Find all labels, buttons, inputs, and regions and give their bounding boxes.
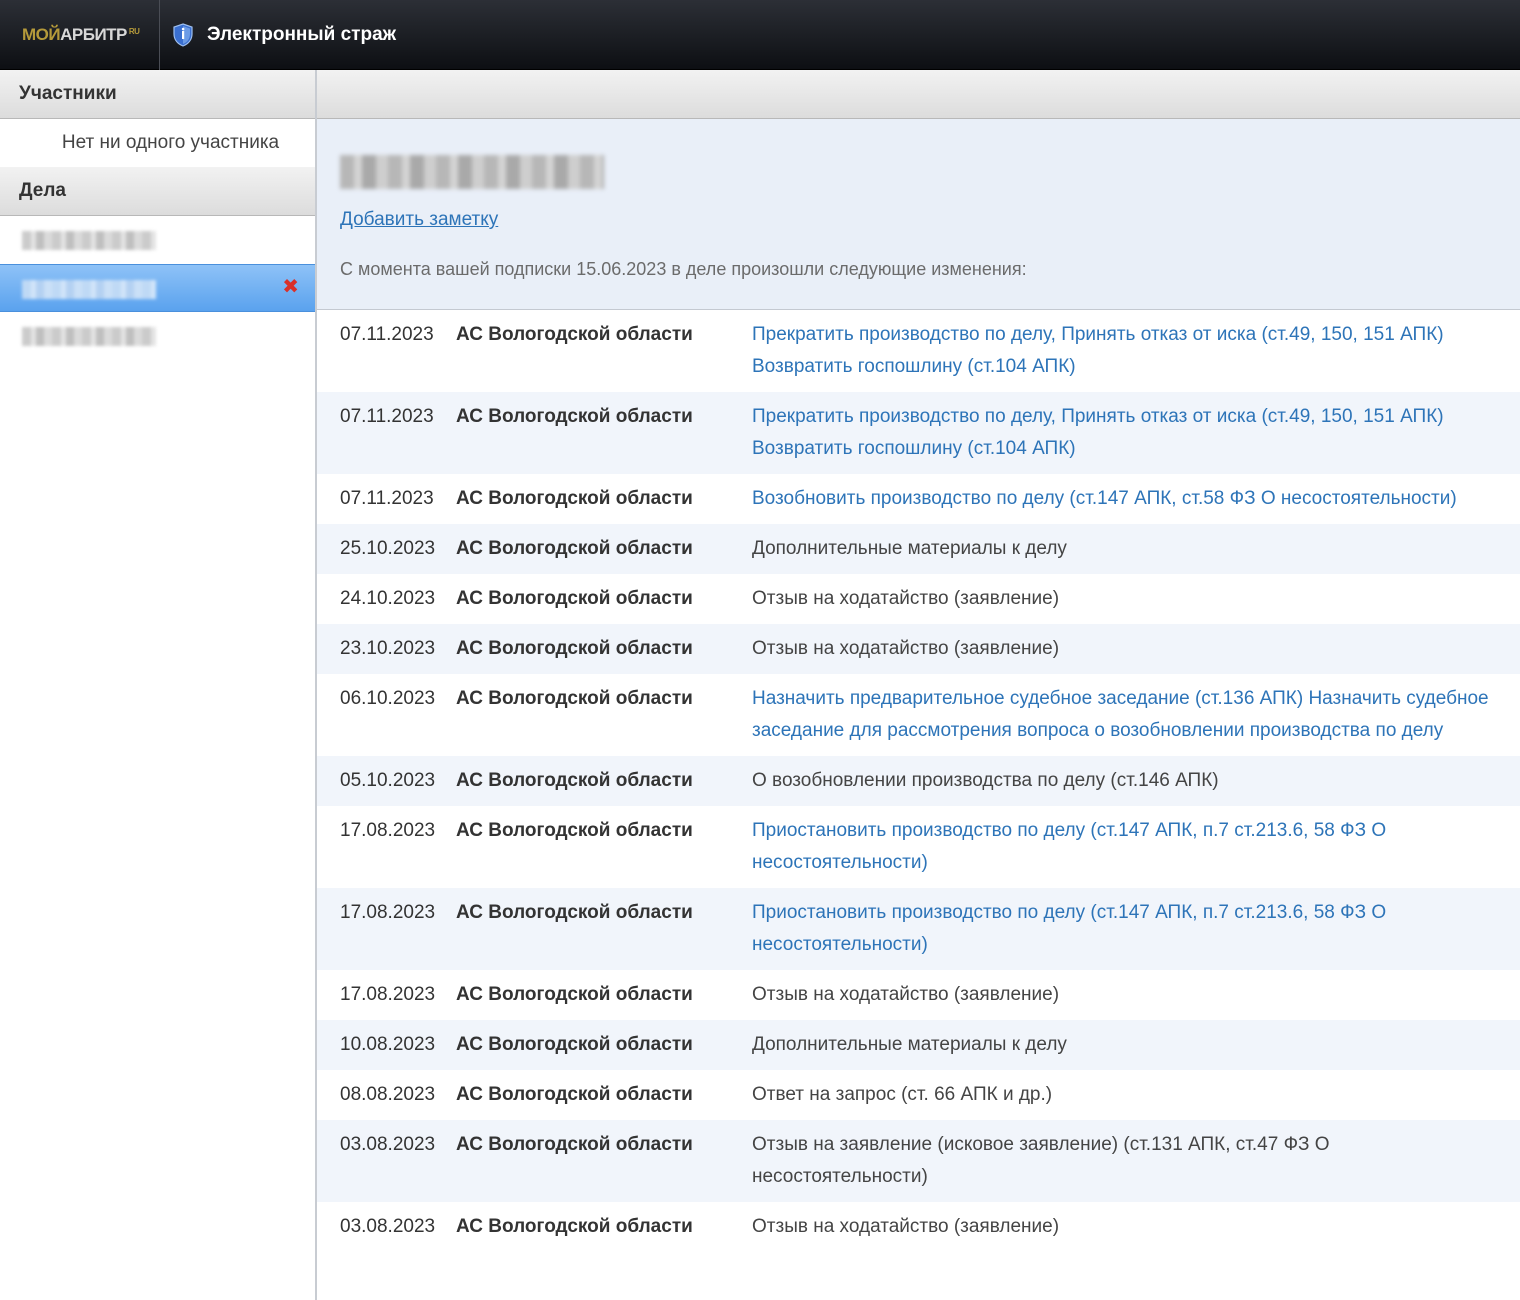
event-court: АС Вологодской области xyxy=(456,984,693,1005)
subscription-changes-text: С момента вашей подписки 15.06.2023 в де… xyxy=(340,259,1027,279)
event-document-link[interactable]: Возобновить производство по делу (ст.147… xyxy=(752,474,1520,524)
event-description: Ответ на запрос (ст. 66 АПК и др.) xyxy=(752,1084,1053,1105)
event-court: АС Вологодской области xyxy=(456,588,693,609)
event-document-link[interactable]: Прекратить производство по делу, Принять… xyxy=(752,310,1520,392)
event-date: 08.08.2023 xyxy=(340,1084,436,1105)
app-title: Электронный страж xyxy=(172,0,396,70)
event-description: Дополнительные материалы к делу xyxy=(752,538,1067,559)
event-document-link[interactable]: Приостановить производство по делу (ст.1… xyxy=(752,806,1520,888)
event-court: АС Вологодской области xyxy=(456,324,693,345)
no-participants-text: Нет ни одного участника xyxy=(61,132,280,153)
case-info-panel: Добавить заметку С момента вашей подписк… xyxy=(317,119,1520,310)
app-title-text: Электронный страж xyxy=(207,24,397,45)
event-court: АС Вологодской области xyxy=(456,770,693,791)
event-date: 06.10.2023 xyxy=(340,688,436,709)
participants-header: Участники xyxy=(0,70,315,119)
logo-part-2: АРБИТР xyxy=(60,25,127,44)
event-row: 24.10.2023 АС Вологодской области Отзыв на… xyxy=(317,574,1520,624)
add-note-link[interactable]: Добавить заметку xyxy=(340,209,498,231)
event-court: АС Вологодской области xyxy=(456,820,693,841)
event-date: 17.08.2023 xyxy=(340,820,436,841)
event-row: 03.08.2023 АС Вологодской области Отзыв на… xyxy=(317,1120,1520,1202)
event-date: 07.11.2023 xyxy=(340,324,434,345)
top-bar: МОЙ АРБИТР RU Электронный страж xyxy=(0,0,1520,70)
event-court: АС Вологодской области xyxy=(456,638,693,659)
event-date: 17.08.2023 xyxy=(340,902,436,923)
event-row: 07.11.2023 АС Вологодской области Прекрати… xyxy=(317,392,1520,474)
sidebar: Участники Нет ни одного участника Дела ✖ xyxy=(0,70,317,1300)
logo[interactable]: МОЙ АРБИТР RU xyxy=(0,0,160,70)
case-item-selected[interactable]: ✖ xyxy=(0,264,315,312)
event-court: АС Вологодской области xyxy=(456,406,693,427)
event-court: АС Вологодской области xyxy=(456,902,693,923)
main-header-bar xyxy=(317,70,1520,119)
event-date: 03.08.2023 xyxy=(340,1216,436,1237)
event-description: Отзыв на ходатайство (заявление) xyxy=(752,984,1060,1005)
event-date: 23.10.2023 xyxy=(340,638,436,659)
event-row: 10.08.2023 АС Вологодской области Дополнит… xyxy=(317,1020,1520,1070)
event-court: АС Вологодской области xyxy=(456,1216,693,1237)
redacted-case-title xyxy=(340,155,604,189)
event-court: АС Вологодской области xyxy=(456,1084,693,1105)
event-description: Отзыв на ходатайство (заявление) xyxy=(752,588,1060,609)
event-row: 17.08.2023 АС Вологодской области Приостан… xyxy=(317,806,1520,888)
shield-icon xyxy=(173,23,193,47)
event-court: АС Вологодской области xyxy=(456,1034,693,1055)
cases-header: Дела xyxy=(0,167,315,216)
event-date: 07.11.2023 xyxy=(340,488,434,509)
event-date: 05.10.2023 xyxy=(340,770,436,791)
event-row: 17.08.2023 АС Вологодской области Приостан… xyxy=(317,888,1520,970)
event-row: 25.10.2023 АС Вологодской области Дополнит… xyxy=(317,524,1520,574)
event-row: 23.10.2023 АС Вологодской области Отзыв на… xyxy=(317,624,1520,674)
event-row: 07.11.2023 АС Вологодской области Прекрати… xyxy=(317,310,1520,392)
event-document-link[interactable]: Прекратить производство по делу, Принять… xyxy=(752,392,1520,474)
event-document-link[interactable]: Назначить предварительное судебное засед… xyxy=(752,674,1520,756)
logo-part-3: RU xyxy=(128,26,140,36)
event-court: АС Вологодской области xyxy=(456,688,693,709)
event-row: 07.11.2023 АС Вологодской области Возобнов… xyxy=(317,474,1520,524)
event-date: 25.10.2023 xyxy=(340,538,436,559)
event-court: АС Вологодской области xyxy=(456,488,693,509)
event-court: АС Вологодской области xyxy=(456,538,693,559)
redacted-case-number xyxy=(22,280,156,299)
event-row: 05.10.2023 АС Вологодской области О возобн… xyxy=(317,756,1520,806)
event-date: 17.08.2023 xyxy=(340,984,436,1005)
event-date: 10.08.2023 xyxy=(340,1034,436,1055)
events-table: 07.11.2023 АС Вологодской области Прекрати… xyxy=(317,310,1520,1252)
event-description: Отзыв на ходатайство (заявление) xyxy=(752,638,1060,659)
event-document-link[interactable]: Приостановить производство по делу (ст.1… xyxy=(752,888,1520,970)
redacted-case-number xyxy=(22,231,156,250)
event-date: 07.11.2023 xyxy=(340,406,434,427)
event-description: Отзыв на заявление (исковое заявление) (… xyxy=(752,1134,1330,1187)
event-description: Дополнительные материалы к делу xyxy=(752,1034,1067,1055)
redacted-case-number xyxy=(22,327,156,346)
event-date: 03.08.2023 xyxy=(340,1134,436,1155)
event-description: Отзыв на ходатайство (заявление) xyxy=(752,1216,1060,1237)
event-date: 24.10.2023 xyxy=(340,588,436,609)
event-row: 17.08.2023 АС Вологодской области Отзыв на… xyxy=(317,970,1520,1020)
logo-part-1: МОЙ xyxy=(22,25,61,44)
event-row: 06.10.2023 АС Вологодской области Назначит… xyxy=(317,674,1520,756)
event-row: 03.08.2023 АС Вологодской области Отзыв на… xyxy=(317,1202,1520,1252)
remove-case-icon[interactable]: ✖ xyxy=(282,277,299,297)
case-item[interactable] xyxy=(0,216,315,264)
event-row: 08.08.2023 АС Вологодской области Ответ на… xyxy=(317,1070,1520,1120)
event-description: О возобновлении производства по делу (ст… xyxy=(752,770,1219,791)
event-court: АС Вологодской области xyxy=(456,1134,693,1155)
main-panel: Добавить заметку С момента вашей подписк… xyxy=(317,70,1520,1300)
case-item[interactable] xyxy=(0,312,315,360)
